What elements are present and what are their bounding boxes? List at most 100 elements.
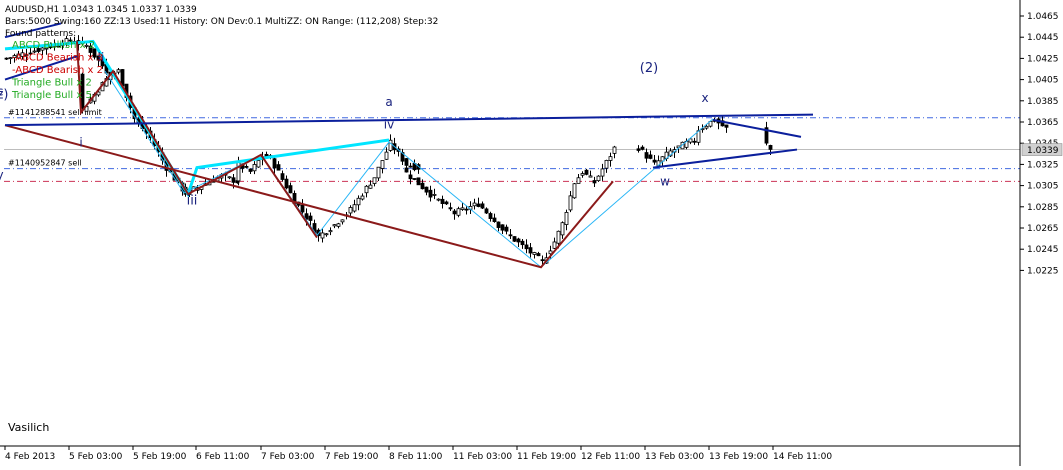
candle-body [596, 175, 601, 182]
candle-body [496, 221, 501, 228]
candle [256, 159, 261, 168]
candle-body [452, 210, 457, 215]
candle-body [540, 259, 545, 262]
price-tick-label: 1.0365 [1027, 118, 1059, 128]
header-patterns-line: Found patterns: [5, 29, 76, 39]
candle-body [231, 177, 236, 183]
wave-label: (2) [640, 61, 658, 76]
price-tick-label: 1.0425 [1027, 54, 1059, 64]
pattern-item: Triangle Bull x 5 [11, 90, 92, 101]
candle-body [512, 236, 517, 242]
price-tick-label: 1.0225 [1027, 266, 1059, 276]
candle-body [384, 151, 389, 160]
candle-body [612, 146, 617, 154]
candle-body [532, 252, 537, 255]
candle-body [516, 238, 521, 243]
time-tick-label: 6 Feb 11:00 [196, 452, 250, 462]
candle-body [408, 174, 413, 180]
time-tick-label: 5 Feb 03:00 [69, 452, 123, 462]
candle-body [420, 182, 425, 190]
candle-body [380, 160, 385, 169]
order-line-label: #1140952847 sell [8, 159, 82, 168]
pattern-item: -ABCD Bearish x 2 [12, 65, 103, 76]
candle-body [412, 178, 417, 180]
candle-body [432, 194, 437, 196]
candle-body [236, 161, 241, 182]
candle-body [524, 244, 529, 250]
candle-body [484, 208, 489, 214]
candle-body [364, 185, 369, 194]
candle-body [552, 241, 557, 249]
candle-body [500, 224, 505, 231]
candle-body [360, 195, 365, 200]
candle-body [592, 180, 597, 184]
candle-body [520, 240, 525, 246]
candle-body [604, 159, 609, 169]
time-tick-label: 13 Feb 03:00 [645, 452, 704, 462]
candle-body [640, 146, 645, 150]
candle-body [528, 247, 533, 254]
candle-body [492, 217, 497, 222]
candle-body [464, 208, 469, 211]
candle-body [272, 158, 277, 169]
wave-label: (z) [0, 88, 8, 103]
candle-body [560, 222, 565, 236]
wave-label: x [701, 91, 708, 105]
candle-body [352, 204, 357, 212]
candle-body [244, 166, 249, 168]
price-tick-label: 1.0445 [1027, 33, 1059, 43]
candle-body [328, 230, 333, 233]
candle-body [536, 253, 541, 257]
candle-body [584, 169, 589, 175]
candle-body [448, 207, 453, 210]
pattern-item: ABCD Bullish x 2 [12, 40, 95, 51]
candle-body [248, 168, 253, 172]
candle-body [588, 175, 593, 178]
price-tick-label: 1.0325 [1027, 160, 1059, 170]
candle-body [284, 178, 289, 189]
pattern-item: -ABCD Bearish x 3 [12, 53, 103, 64]
watermark-text: Vasilich [8, 421, 49, 434]
candle-body [227, 176, 232, 179]
candle-body [460, 207, 465, 210]
candle-body [580, 173, 585, 176]
wave-label: iii [187, 194, 198, 209]
candle-body [456, 208, 461, 216]
price-tick-label: 1.0285 [1027, 203, 1059, 213]
candle-body [280, 173, 285, 180]
candle-body [300, 204, 305, 213]
candle-body [476, 203, 481, 207]
candle-body [704, 125, 709, 129]
candle-body [724, 124, 729, 128]
candle-body [568, 195, 573, 211]
time-tick-label: 7 Feb 03:00 [261, 452, 315, 462]
candle-body [564, 211, 569, 225]
candle-body [768, 145, 773, 150]
candle-body [4, 57, 9, 60]
time-tick-label: 8 Feb 11:00 [389, 452, 443, 462]
time-tick-label: 13 Feb 19:00 [709, 452, 768, 462]
candle-body [372, 177, 377, 184]
candle-body [504, 226, 509, 232]
candle-body [332, 224, 337, 227]
price-tick-label: 1.0465 [1027, 12, 1059, 22]
candle-body [600, 168, 605, 177]
chart-background [0, 0, 1063, 466]
candle-body [608, 156, 613, 161]
candle-body [416, 177, 421, 186]
time-tick-label: 14 Feb 11:00 [773, 452, 832, 462]
candle-body [556, 230, 561, 244]
candle-body [472, 202, 477, 207]
candle-body [288, 185, 293, 194]
candle-body [388, 139, 393, 151]
candle-body [368, 184, 373, 189]
chart-window: #1141288541 sell limit #1140952847 sell i… [0, 0, 1063, 466]
wave-label: w [660, 175, 670, 189]
candle-body [488, 213, 493, 219]
candle-body [252, 164, 257, 172]
wave-label: y [0, 168, 4, 182]
header-symbol-line: AUDUSD,H1 1.0343 1.0345 1.0337 1.0339 [5, 5, 197, 15]
candle-body [256, 160, 261, 168]
candle-body [692, 140, 697, 143]
candle-body [648, 154, 653, 159]
